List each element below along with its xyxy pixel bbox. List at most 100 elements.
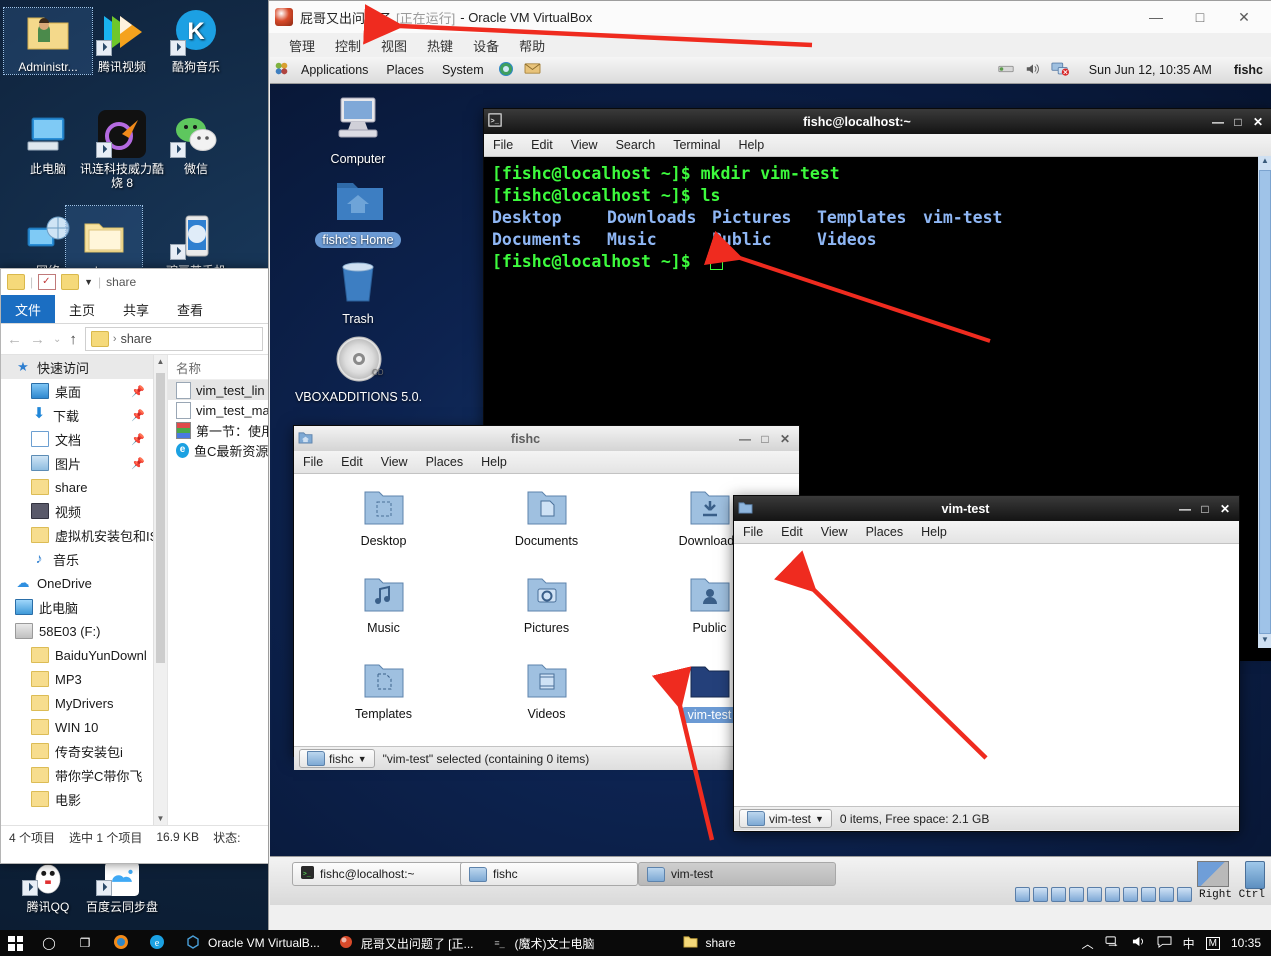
tree-item-music[interactable]: ♪ 音乐 [1,547,153,571]
tray-expand-chevron-icon[interactable]: ︿ [1082,935,1094,952]
folder-icon[interactable] [7,274,25,290]
recent-locations-button[interactable]: ⌄ [53,334,61,345]
explorer-ribbon-tabs[interactable]: 文件 主页 共享 查看 [1,295,269,324]
menu-search[interactable]: Search [607,138,665,152]
taskbar-item-text[interactable]: ≡_ (魔术)文士电脑 [482,930,603,956]
menu-view[interactable]: View [372,455,417,469]
maximize-button[interactable]: □ [1195,502,1215,516]
file-item-templates[interactable]: Templates [302,661,465,746]
taskbar-item-edge[interactable]: e [139,930,175,956]
tree-item-downloads[interactable]: ⬇ 下载 📌 [1,403,153,427]
menu-edit[interactable]: Edit [772,525,812,539]
minimize-button[interactable]: — [1134,2,1178,32]
guest-additions-icon[interactable] [1158,887,1174,902]
taskbar-item-fishc[interactable]: fishc [460,862,638,886]
ribbon-tab-view[interactable]: 查看 [163,295,217,323]
vm-desktop-icon-vboxadditions[interactable]: CD VBOXADDITIONS 5.0. [286,333,431,404]
vimtest-menubar[interactable]: File Edit View Places Help [734,521,1239,544]
terminal-scrollbar[interactable]: ▲ ▼ [1258,156,1271,648]
fishc-file-manager-window[interactable]: fishc — □ ✕ File Edit View Places Help D… [293,425,800,770]
menu-view[interactable]: View [562,138,607,152]
vm-desktop-icon-computer[interactable]: Computer [303,95,413,166]
terminal-menubar[interactable]: File Edit View Search Terminal Help [484,134,1271,157]
menu-system[interactable]: System [433,63,493,77]
maximize-button[interactable]: □ [1228,115,1248,129]
vm-panel-icon[interactable] [1245,861,1265,889]
menu-terminal[interactable]: Terminal [664,138,729,152]
taskbar-item-firefox[interactable] [103,930,139,956]
column-header-name[interactable]: 名称 [168,355,269,380]
desktop-icon-wechat[interactable]: 微信 [152,110,240,176]
tree-item-share[interactable]: share [1,475,153,499]
maximize-button[interactable]: □ [755,432,775,446]
usb-icon[interactable] [1122,887,1138,902]
tree-item-onedrive[interactable]: ☁ OneDrive [1,571,153,595]
action-center-icon[interactable] [1157,935,1172,951]
properties-icon[interactable]: ✓ [38,274,57,290]
vimtest-empty-icon-view[interactable] [734,544,1239,806]
menu-file[interactable]: File [734,525,772,539]
desktop-icon-kugou[interactable]: K 酷狗音乐 [152,8,240,74]
menu-devices[interactable]: 设备 [463,36,509,55]
ime-language-icon[interactable]: 中 [1183,935,1195,952]
ribbon-tab-file[interactable]: 文件 [1,295,56,323]
breadcrumb[interactable]: share [121,332,152,346]
explorer-nav-tree[interactable]: ★ 快速访问 桌面 📌 ⬇ 下载 📌 文档 📌 图片 📌 share 视频 虚拟机安装包和I… [1,355,153,825]
taskbar-item-vimtest[interactable]: vim-test [638,862,836,886]
close-button[interactable]: ✕ [1215,502,1235,516]
menu-file[interactable]: File [294,455,332,469]
gnome-top-panel[interactable]: Applications Places System Sun Jun 12, 1 [270,57,1271,84]
tree-item-win10[interactable]: WIN 10 [1,715,153,739]
menu-applications[interactable]: Applications [292,63,377,77]
scrollbar-thumb[interactable] [156,373,165,663]
menu-file[interactable]: File [484,138,522,152]
evolution-icon[interactable] [519,61,546,79]
download-icon[interactable] [1176,887,1192,902]
ime-mode-icon[interactable]: M [1205,936,1220,950]
menu-control[interactable]: 控制 [325,36,371,55]
vm-icon[interactable] [1140,887,1156,902]
task-view-button[interactable]: ❐ [67,930,103,956]
tree-item-this-pc[interactable]: 此电脑 [1,595,153,619]
file-row[interactable]: vim_test_ma [168,400,269,420]
tree-item-mydrivers[interactable]: MyDrivers [1,691,153,715]
file-item-desktop[interactable]: Desktop [302,488,465,571]
network-icon[interactable] [1050,887,1066,902]
network-icon[interactable] [1105,935,1120,951]
shared-folder-icon[interactable] [1086,887,1102,902]
maximize-button[interactable]: □ [1178,2,1222,32]
menu-hotkey[interactable]: 热键 [417,36,463,55]
dropdown-icon[interactable]: ▼ [84,277,93,287]
menu-view[interactable]: View [812,525,857,539]
tree-item-videos[interactable]: 视频 [1,499,153,523]
tree-item-desktop[interactable]: 桌面 📌 [1,379,153,403]
tree-item-drive-f[interactable]: 58E03 (F:) [1,619,153,643]
vm-desktop-icon-trash[interactable]: Trash [303,255,413,326]
forward-button[interactable]: → [30,331,45,348]
file-item-documents[interactable]: Documents [465,488,628,571]
desktop-icon-baiducloud[interactable]: 百度云同步盘 [78,862,166,914]
display-preview-icon[interactable] [1197,861,1229,887]
taskbar-item-virtualbox[interactable]: Oracle VM VirtualB... [175,930,328,956]
tree-item-vm-iso[interactable]: 虚拟机安装包和IS [1,523,153,547]
menu-edit[interactable]: Edit [522,138,562,152]
tree-item-baiduyundownl[interactable]: BaiduYunDownl [1,643,153,667]
menu-places[interactable]: Places [417,455,473,469]
network-disconnected-icon[interactable] [1051,61,1069,79]
taskbar-item-vm[interactable]: 屁哥又出问题了 [正... [328,930,482,956]
menu-places[interactable]: Places [857,525,913,539]
capture-icon[interactable] [1068,887,1084,902]
explorer-tree-scrollbar[interactable]: ▲ ▼ [153,355,167,825]
ribbon-tab-share[interactable]: 共享 [109,295,163,323]
scroll-down-arrow[interactable]: ▼ [154,812,167,825]
taskbar-clock[interactable]: 10:35 [1231,936,1261,950]
vm-desktop-icon-home[interactable]: fishc's Home [303,175,413,248]
taskbar-item-share[interactable]: share [673,930,744,956]
tree-item-chuanqi[interactable]: 传奇安装包i [1,739,153,763]
fishc-icon-view[interactable]: Desktop Documents Downloads Music Pictur… [294,474,799,746]
windows-explorer-window[interactable]: | ✓ ▼ | share 文件 主页 共享 查看 ← → ⌄ ↑ › shar… [0,268,270,864]
ribbon-tab-home[interactable]: 主页 [55,295,109,323]
firefox-icon[interactable] [493,61,519,80]
file-row[interactable]: vim_test_lin [168,380,269,400]
tree-item-documents[interactable]: 文档 📌 [1,427,153,451]
